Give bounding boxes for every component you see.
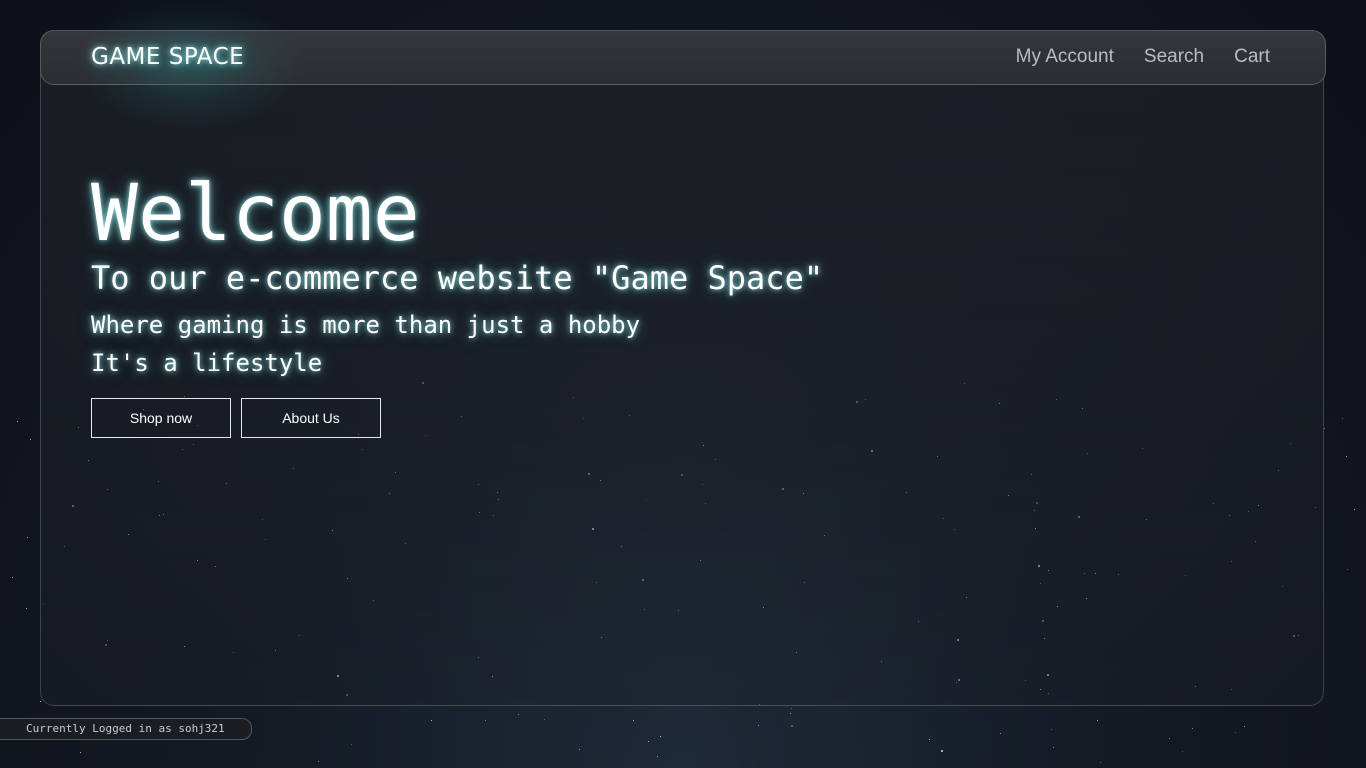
nav-links: My Account Search Cart [1016, 46, 1270, 68]
star [790, 724, 793, 727]
star [79, 751, 81, 753]
star [1341, 417, 1343, 419]
star [940, 750, 943, 753]
star [929, 738, 931, 740]
shop-now-button[interactable]: Shop now [91, 398, 231, 438]
star [1346, 455, 1348, 457]
hero-subtitle: To our e-commerce website "Game Space" [91, 259, 824, 297]
star [758, 725, 760, 727]
star [11, 576, 13, 578]
hero-buttons: Shop now About Us [91, 398, 381, 438]
star [544, 719, 546, 721]
star [657, 756, 659, 758]
hero-tagline-2: It's a lifestyle [91, 349, 323, 377]
star [26, 607, 28, 609]
star [484, 719, 486, 721]
star [790, 713, 792, 715]
nav-my-account[interactable]: My Account [1016, 46, 1114, 68]
login-status-badge: Currently Logged in as sohj321 [0, 718, 252, 740]
star [1052, 747, 1054, 749]
star [1234, 732, 1236, 734]
star [632, 719, 634, 721]
star [1191, 727, 1193, 729]
nav-cart[interactable]: Cart [1234, 46, 1270, 68]
about-us-button[interactable]: About Us [241, 398, 381, 438]
star [17, 420, 19, 422]
star [1347, 568, 1349, 570]
star [27, 536, 29, 538]
star [1099, 761, 1101, 763]
star [578, 748, 580, 750]
star [29, 438, 31, 440]
star [1097, 720, 1099, 722]
star [1244, 725, 1246, 727]
star [1169, 737, 1171, 739]
star [648, 741, 650, 743]
star [317, 761, 319, 763]
hero-title: Welcome [91, 169, 420, 259]
hero-tagline-1: Where gaming is more than just a hobby [91, 311, 641, 339]
star [1000, 732, 1002, 734]
star [659, 736, 661, 738]
nav-search[interactable]: Search [1144, 46, 1204, 68]
star [1324, 427, 1326, 429]
star [350, 744, 352, 746]
star [1354, 508, 1356, 510]
star [430, 720, 432, 722]
star [40, 700, 42, 702]
hero: Welcome To our e-commerce website "Game … [91, 168, 823, 382]
star [1051, 729, 1053, 731]
star [518, 714, 519, 716]
star [1182, 751, 1183, 753]
star [790, 708, 792, 710]
site-logo[interactable]: GAME SPACE [91, 44, 244, 70]
